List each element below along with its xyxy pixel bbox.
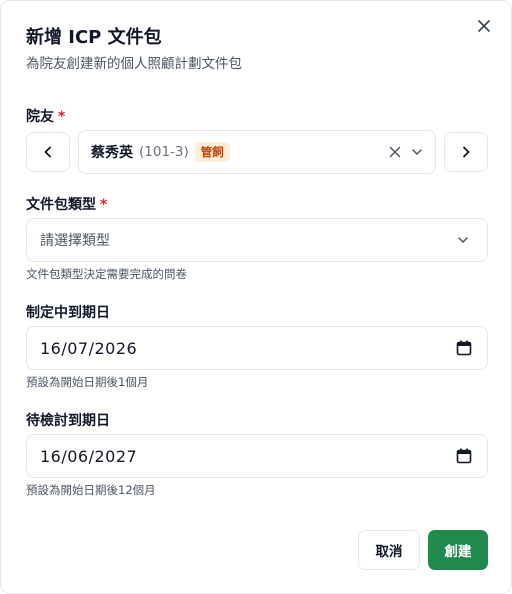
status-badge: 管飼 [194,142,230,162]
clear-x-icon [389,146,401,158]
package-type-label-text: 文件包類型 [26,197,96,213]
close-icon [478,20,490,32]
review-date-value: 16/06/2027 [40,446,138,466]
previous-resident-button[interactable] [26,132,70,172]
due-date-picker-button[interactable] [454,327,474,369]
resident-label: 院友 * [26,106,65,126]
create-icp-package-dialog: 新增 ICP 文件包 為院友創建新的個人照顧計劃文件包 院友 * 蔡秀英 (101… [0,0,512,594]
due-date-value: 16/07/2026 [40,338,138,358]
resident-select[interactable]: 蔡秀英 (101-3) 管飼 [78,130,436,174]
resident-room: (101-3) [139,144,189,160]
package-type-dropdown-toggle[interactable] [453,219,473,261]
review-date-input[interactable]: 16/06/2027 [26,434,488,478]
package-type-label: 文件包類型 * [26,194,107,214]
package-type-placeholder: 請選擇類型 [40,233,110,249]
close-button[interactable] [473,15,495,37]
dialog-subtitle: 為院友創建新的個人照顧計劃文件包 [26,56,242,72]
resident-label-text: 院友 [26,109,54,125]
chevron-left-icon [44,146,51,158]
chevron-down-icon [412,149,422,155]
required-mark: * [100,197,108,213]
required-mark: * [58,109,66,125]
package-type-hint: 文件包類型決定需要完成的問卷 [26,267,187,281]
clear-resident-button[interactable] [385,131,405,173]
due-date-label: 制定中到期日 [26,305,110,321]
create-button[interactable]: 創建 [428,530,488,570]
calendar-icon [456,340,472,356]
resident-dropdown-toggle[interactable] [407,131,427,173]
due-date-hint: 預設為開始日期後1個月 [26,375,149,389]
review-date-hint: 預設為開始日期後12個月 [26,483,156,497]
package-type-select[interactable]: 請選擇類型 [26,218,488,262]
review-date-label: 待檢討到期日 [26,413,110,429]
review-date-picker-button[interactable] [454,435,474,477]
next-resident-button[interactable] [444,132,488,172]
cancel-button[interactable]: 取消 [358,530,420,570]
dialog-title: 新增 ICP 文件包 [26,27,162,48]
chevron-down-icon [458,237,468,243]
calendar-icon [456,448,472,464]
chevron-right-icon [463,146,470,158]
due-date-input[interactable]: 16/07/2026 [26,326,488,370]
resident-name: 蔡秀英 [91,145,133,161]
